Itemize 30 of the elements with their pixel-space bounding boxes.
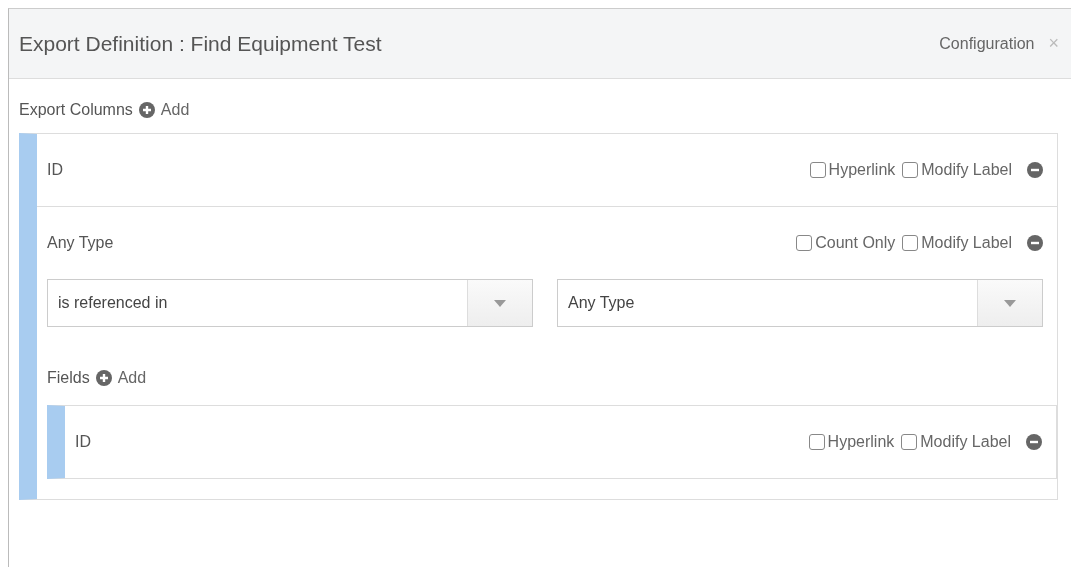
checkbox-option[interactable]: Modify Label	[902, 234, 1012, 252]
checkbox[interactable]	[809, 162, 826, 178]
add-button[interactable]: Add	[138, 101, 190, 119]
remove-icon[interactable]	[1027, 162, 1043, 178]
checkbox-option[interactable]: Modify Label	[902, 161, 1012, 179]
section-label: Fields	[47, 369, 90, 387]
checkbox-option[interactable]: Modify Label	[901, 433, 1011, 451]
column-name: ID	[75, 433, 92, 451]
checkbox[interactable]	[796, 235, 813, 251]
caret-icon	[1004, 299, 1016, 307]
dropdown[interactable]: Any Type	[557, 279, 1043, 327]
dialog-title: Export Definition : Find Equipment Test	[19, 31, 383, 56]
column-name: Any Type	[47, 234, 115, 252]
section-label: Export Columns	[19, 101, 133, 119]
add-button[interactable]: Add	[95, 369, 147, 387]
add-icon	[138, 102, 155, 118]
checkbox-option[interactable]: Count Only	[796, 234, 896, 252]
checkbox[interactable]	[901, 434, 918, 450]
checkbox[interactable]	[902, 162, 919, 178]
checkbox-option[interactable]: Hyperlink	[809, 161, 896, 179]
column-name: ID	[47, 161, 64, 179]
dropdown[interactable]: is referenced in	[47, 279, 533, 327]
checkbox[interactable]	[902, 235, 919, 251]
checkbox[interactable]	[808, 434, 825, 450]
add-icon	[95, 370, 112, 386]
remove-icon[interactable]	[1027, 235, 1043, 251]
configuration-link[interactable]: Configuration	[939, 34, 1035, 53]
checkbox-option[interactable]: Hyperlink	[808, 433, 895, 451]
caret-icon	[494, 299, 506, 307]
remove-icon[interactable]	[1026, 434, 1042, 450]
